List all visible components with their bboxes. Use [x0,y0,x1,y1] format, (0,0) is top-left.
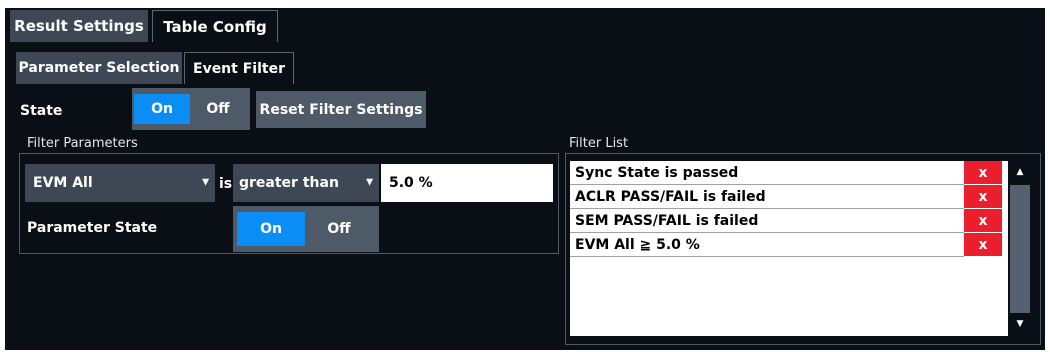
is-label: is [219,176,233,192]
chevron-down-icon: ▼ [202,177,209,188]
parameter-state-off-option[interactable]: Off [305,212,373,246]
scroll-down-icon[interactable]: ▼ [1010,319,1030,329]
filter-value-input[interactable]: 5.0 % [381,164,553,202]
state-label: State [20,103,63,119]
tab-event-filter[interactable]: Event Filter [184,52,294,84]
delete-filter-button[interactable]: x [964,233,1002,257]
parameter-state-label: Parameter State [27,220,158,236]
state-on-option[interactable]: On [134,94,190,124]
scroll-up-icon[interactable]: ▲ [1010,167,1030,177]
parameter-state-on-option[interactable]: On [237,212,305,246]
tab-result-settings[interactable]: Result Settings [10,10,148,42]
list-item[interactable]: Sync State is passed [570,161,964,185]
filter-list-scrollbar[interactable]: ▲ ▼ [1009,161,1031,336]
chevron-down-icon: ▼ [366,177,373,188]
parameter-dropdown-value: EVM All [33,175,93,191]
filter-list-title: Filter List [569,136,629,151]
operator-dropdown-value: greater than [239,175,339,191]
parameter-state-toggle[interactable]: On Off [233,206,379,252]
parameter-dropdown[interactable]: EVM All ▼ [25,164,215,202]
state-off-option[interactable]: Off [190,94,246,124]
reset-filter-settings-button[interactable]: Reset Filter Settings [256,91,426,128]
delete-filter-button[interactable]: x [964,185,1002,209]
tab-table-config[interactable]: Table Config [152,10,278,42]
state-toggle[interactable]: On Off [132,88,250,130]
delete-filter-button[interactable]: x [964,161,1002,185]
scrollbar-thumb[interactable] [1010,185,1030,313]
filter-parameters-title: Filter Parameters [27,136,138,151]
list-item[interactable]: ACLR PASS/FAIL is failed [570,185,964,209]
filter-list: Sync State is passed ACLR PASS/FAIL is f… [570,161,1008,336]
list-item[interactable]: SEM PASS/FAIL is failed [570,209,964,233]
list-item[interactable]: EVM All ≧ 5.0 % [570,233,964,257]
tab-parameter-selection[interactable]: Parameter Selection [16,52,182,84]
operator-dropdown[interactable]: greater than ▼ [233,164,379,202]
delete-filter-button[interactable]: x [964,209,1002,233]
